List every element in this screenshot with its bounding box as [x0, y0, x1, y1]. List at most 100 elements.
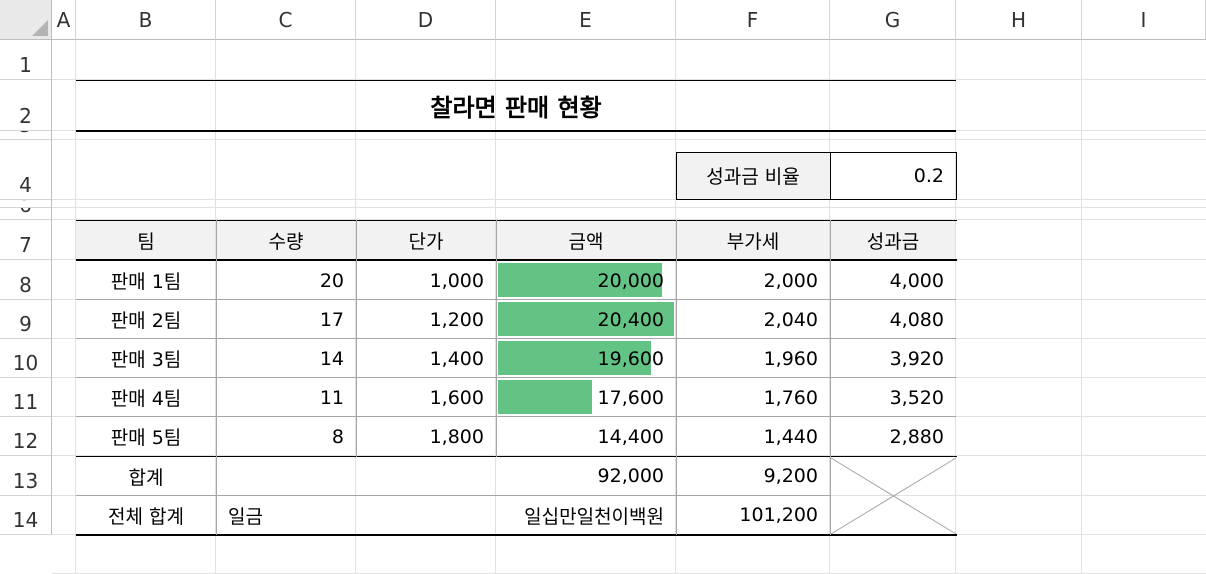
amount-cell[interactable]: 20,000: [496, 261, 676, 300]
quantity-cell[interactable]: 17: [216, 300, 356, 339]
bonus-box-bottom: [676, 199, 957, 200]
column-header-d[interactable]: D: [356, 0, 496, 40]
table-header-underline: [76, 259, 957, 261]
totals-row-divider: [76, 495, 830, 496]
table-row-divider: [76, 299, 956, 300]
row-header-14[interactable]: 14: [0, 496, 52, 535]
header-unit-price[interactable]: 단가: [356, 220, 496, 260]
header-amount[interactable]: 금액: [496, 220, 676, 260]
table-column-divider: [356, 220, 357, 457]
table-column-divider: [496, 220, 497, 457]
bonus-cell[interactable]: 2,880: [830, 417, 956, 456]
grid-row-line: [52, 207, 1206, 208]
bonus-cell[interactable]: 3,520: [830, 378, 956, 417]
table-row-divider: [76, 338, 956, 339]
totals-border-top: [76, 456, 957, 457]
row-header-12[interactable]: 12: [0, 417, 52, 456]
vat-cell[interactable]: 2,000: [676, 261, 830, 300]
select-all-button[interactable]: [0, 0, 52, 40]
amount-cell[interactable]: 14,400: [496, 417, 676, 456]
unit-price-cell[interactable]: 1,200: [356, 300, 496, 339]
quantity-cell[interactable]: 11: [216, 378, 356, 417]
row-header-11[interactable]: 11: [0, 378, 52, 417]
amount-cell[interactable]: 20,400: [496, 300, 676, 339]
row-header-5[interactable]: 5: [0, 200, 52, 208]
table-column-divider: [216, 220, 217, 457]
spreadsheet: ABCDEFGHI 1234567891011121314 찰라면 판매 현황 …: [0, 0, 1206, 574]
column-header-a[interactable]: A: [52, 0, 76, 40]
quantity-cell[interactable]: 20: [216, 261, 356, 300]
header-vat[interactable]: 부가세: [676, 220, 830, 260]
vat-cell[interactable]: 2,040: [676, 300, 830, 339]
bonus-cell[interactable]: 3,920: [830, 339, 956, 378]
table-column-divider: [676, 220, 677, 457]
header-quantity[interactable]: 수량: [216, 220, 356, 260]
title-border-bottom: [76, 130, 956, 132]
bonus-cell[interactable]: 4,000: [830, 261, 956, 300]
quantity-cell[interactable]: 8: [216, 417, 356, 456]
grand-total-label[interactable]: 전체 합계: [76, 496, 216, 534]
bonus-cell[interactable]: 4,080: [830, 300, 956, 339]
unit-price-cell[interactable]: 1,800: [356, 417, 496, 456]
grid-row-line: [52, 199, 1206, 200]
vat-cell[interactable]: 1,760: [676, 378, 830, 417]
amount-cell[interactable]: 19,600: [496, 339, 676, 378]
team-name[interactable]: 판매 4팀: [76, 378, 216, 417]
team-name[interactable]: 판매 3팀: [76, 339, 216, 378]
total-amount[interactable]: 92,000: [216, 457, 676, 495]
column-header-e[interactable]: E: [496, 0, 676, 40]
row-header-8[interactable]: 8: [0, 260, 52, 300]
column-header-f[interactable]: F: [676, 0, 830, 40]
row-header-7[interactable]: 7: [0, 220, 52, 260]
unit-price-cell[interactable]: 1,600: [356, 378, 496, 417]
table-row-divider: [76, 377, 956, 378]
grand-total-value[interactable]: 101,200: [676, 496, 830, 534]
table-border-top: [76, 220, 957, 221]
totals-column-divider: [676, 457, 677, 535]
column-header-i[interactable]: I: [1082, 0, 1206, 40]
bonus-box-mid: [830, 152, 831, 200]
column-header-b[interactable]: B: [76, 0, 216, 40]
grid-column-line: [1081, 40, 1082, 574]
totals-column-divider: [216, 457, 217, 535]
title-border-top: [76, 80, 956, 81]
row-header-1[interactable]: 1: [0, 40, 52, 80]
empty-cross-cell[interactable]: [830, 457, 957, 535]
amount-cell[interactable]: 17,600: [496, 378, 676, 417]
team-name[interactable]: 판매 1팀: [76, 261, 216, 300]
grand-total-words[interactable]: 일십만일천이백원: [416, 496, 676, 534]
bonus-box-right: [956, 152, 957, 200]
row-header-2[interactable]: 2: [0, 80, 52, 131]
column-header-g[interactable]: G: [830, 0, 956, 40]
team-name[interactable]: 판매 2팀: [76, 300, 216, 339]
total-vat[interactable]: 9,200: [676, 457, 830, 495]
quantity-cell[interactable]: 14: [216, 339, 356, 378]
table-column-divider: [830, 220, 831, 457]
totals-column-divider: [830, 457, 831, 535]
team-name[interactable]: 판매 5팀: [76, 417, 216, 456]
table-row-divider: [76, 416, 956, 417]
row-header-9[interactable]: 9: [0, 300, 52, 339]
table-border-bottom: [76, 534, 957, 536]
bonus-rate-label[interactable]: 성과금 비율: [676, 152, 830, 199]
row-header-3[interactable]: 3: [0, 131, 52, 140]
header-bonus[interactable]: 성과금: [830, 220, 956, 260]
report-title[interactable]: 찰라면 판매 현황: [76, 80, 956, 131]
unit-price-cell[interactable]: 1,000: [356, 261, 496, 300]
row-header-10[interactable]: 10: [0, 339, 52, 378]
header-team[interactable]: 팀: [76, 220, 216, 260]
row-header-6[interactable]: 6: [0, 208, 52, 220]
total-label[interactable]: 합계: [76, 457, 216, 495]
bonus-rate-value[interactable]: 0.2: [830, 152, 956, 199]
unit-price-cell[interactable]: 1,400: [356, 339, 496, 378]
column-header-c[interactable]: C: [216, 0, 356, 40]
row-header-4[interactable]: 4: [0, 140, 52, 200]
vat-cell[interactable]: 1,440: [676, 417, 830, 456]
bonus-box-top: [676, 152, 957, 153]
grid-row-line: [52, 139, 1206, 140]
column-header-h[interactable]: H: [956, 0, 1082, 40]
bonus-box-left: [676, 152, 677, 200]
grand-total-prefix[interactable]: 일금: [216, 496, 416, 534]
row-header-13[interactable]: 13: [0, 456, 52, 496]
vat-cell[interactable]: 1,960: [676, 339, 830, 378]
